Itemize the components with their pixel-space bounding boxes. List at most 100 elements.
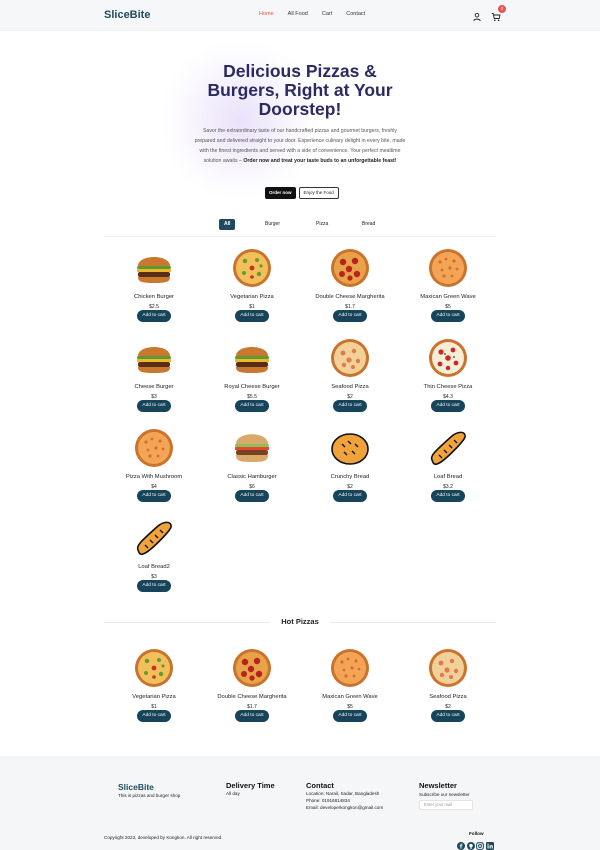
pizza-icon[interactable] <box>428 248 468 288</box>
add-to-cart-button[interactable]: Add to cart <box>431 310 465 322</box>
pizza-icon[interactable] <box>134 428 174 468</box>
logo[interactable]: SliceBite <box>104 9 150 21</box>
product-card-maxican-green-wave: Maxican Green Wave $5 Add to cart <box>399 248 497 333</box>
product-name: Seafood Pizza <box>429 694 467 700</box>
contact-location: Location: Narail, Sadar, Bangladesh <box>306 791 380 796</box>
product-name: Double Cheese Margherita <box>315 294 385 300</box>
pizza-icon[interactable] <box>428 338 468 378</box>
footer-logo[interactable]: SliceBite <box>118 782 154 792</box>
bread-icon[interactable] <box>134 518 174 558</box>
product-name: Maxican Green Wave <box>322 694 378 700</box>
product-card-seafood-pizza: Seafood Pizza $2 Add to cart <box>399 648 497 733</box>
user-icon[interactable] <box>472 9 482 22</box>
bread-icon[interactable] <box>428 428 468 468</box>
product-name: Seafood Pizza <box>331 384 369 390</box>
product-card-chicken-burger: Chicken Burger $2.5 Add to cart <box>105 248 203 333</box>
nav-contact[interactable]: Contact <box>346 11 365 17</box>
product-card-crunchy-bread: Crunchy Bread $2 Add to cart <box>301 428 399 513</box>
product-name: Loaf Bread <box>433 474 463 480</box>
copyright: Copyright 2023, developed by Kongkon. Al… <box>104 835 223 840</box>
hero-buttons: Order now Enjoy the Food <box>265 187 339 199</box>
product-card-loaf-bread: Loaf Bread $3.2 Add to cart <box>399 428 497 513</box>
product-card-maxican-green-wave: Maxican Green Wave $5 Add to cart <box>301 648 399 733</box>
product-card-double-cheese-margherita: Double Cheese Margherita $1.7 Add to cart <box>203 648 301 733</box>
product-card-cheese-burger: Cheese Burger $3 Add to cart <box>105 338 203 423</box>
tab-burger[interactable]: Burger <box>265 219 280 230</box>
instagram-icon[interactable] <box>476 837 484 850</box>
newsletter-text: Subscribe our newsletter <box>419 792 470 797</box>
pizza-icon[interactable] <box>330 338 370 378</box>
follow-label: Follow <box>469 831 484 836</box>
add-to-cart-button[interactable]: Add to cart <box>137 580 171 592</box>
main-nav: Home All Food Cart Contact <box>259 11 379 17</box>
hero-title: Delicious Pizzas & Burgers, Right at You… <box>207 61 393 119</box>
tab-bread[interactable]: Bread <box>362 219 375 230</box>
delivery-title: Delivery Time <box>226 781 275 790</box>
newsletter-title: Newsletter <box>419 781 457 790</box>
pizza-icon[interactable] <box>232 648 272 688</box>
pizza-icon[interactable] <box>330 648 370 688</box>
product-name: Maxican Green Wave <box>420 294 476 300</box>
nav-home[interactable]: Home <box>259 11 274 17</box>
pizza-icon[interactable] <box>428 648 468 688</box>
product-card-thin-cheese-pizza: Thin Cheese Pizza $4.3 Add to cart <box>399 338 497 423</box>
add-to-cart-button[interactable]: Add to cart <box>235 490 269 502</box>
hero-description: Savor the extraordinary taste of our han… <box>192 126 408 166</box>
product-name: Cheese Burger <box>134 384 174 390</box>
add-to-cart-button[interactable]: Add to cart <box>333 310 367 322</box>
product-name: Royal Cheese Burger <box>224 384 280 390</box>
add-to-cart-button[interactable]: Add to cart <box>235 310 269 322</box>
nav-cart[interactable]: Cart <box>322 11 332 17</box>
tabs-divider <box>104 236 496 237</box>
add-to-cart-button[interactable]: Add to cart <box>137 490 171 502</box>
pizza-icon[interactable] <box>330 248 370 288</box>
pizza-icon[interactable] <box>232 248 272 288</box>
product-name: Chicken Burger <box>134 294 174 300</box>
product-card-vegetarian-pizza: Vegetarian Pizza $1 Add to cart <box>105 648 203 733</box>
burger-icon[interactable] <box>232 338 272 378</box>
tab-all[interactable]: All <box>219 219 236 230</box>
add-to-cart-button[interactable]: Add to cart <box>431 490 465 502</box>
food-tabs: All Burger Pizza Bread <box>219 219 389 231</box>
product-name: Vegetarian Pizza <box>132 694 176 700</box>
product-name: Thin Cheese Pizza <box>423 384 473 390</box>
hero-description-bold: Order now and treat your taste buds to a… <box>243 158 397 164</box>
product-name: Classic Hamburger <box>227 474 277 480</box>
product-name: Pizza With Mushroom <box>125 474 183 480</box>
add-to-cart-button[interactable]: Add to cart <box>235 710 269 722</box>
github-icon[interactable] <box>466 837 475 850</box>
burger-icon[interactable] <box>134 338 174 378</box>
contact-title: Contact <box>306 781 334 790</box>
add-to-cart-button[interactable]: Add to cart <box>333 490 367 502</box>
header-icons: 0 <box>472 5 506 22</box>
add-to-cart-button[interactable]: Add to cart <box>137 310 171 322</box>
product-card-royal-cheese-burger: Royal Cheese Burger $5.5 Add to cart <box>203 338 301 423</box>
social-links <box>457 837 494 850</box>
hot-pizzas-title: Hot Pizzas <box>270 617 330 626</box>
pizza-icon[interactable] <box>134 648 174 688</box>
burger-icon[interactable] <box>232 428 272 468</box>
newsletter-email-input[interactable]: Enter your mail <box>419 800 473 810</box>
cart-icon[interactable]: 0 <box>491 5 506 22</box>
nav-all-food[interactable]: All Food <box>288 11 308 17</box>
facebook-icon[interactable] <box>457 837 465 850</box>
add-to-cart-button[interactable]: Add to cart <box>431 710 465 722</box>
add-to-cart-button[interactable]: Add to cart <box>137 400 171 412</box>
product-name: Loaf Bread2 <box>138 564 170 570</box>
order-now-button[interactable]: Order now <box>265 187 296 199</box>
product-card-vegetarian-pizza: Vegetarian Pizza $1 Add to cart <box>203 248 301 333</box>
site-header: SliceBite Home All Food Cart Contact 0 <box>0 0 600 31</box>
product-name: Double Cheese Margherita <box>217 694 287 700</box>
enjoy-food-button[interactable]: Enjoy the Food <box>298 187 339 199</box>
add-to-cart-button[interactable]: Add to cart <box>333 710 367 722</box>
burger-icon[interactable] <box>134 248 174 288</box>
product-card-double-cheese-margherita: Double Cheese Margherita $1.7 Add to cart <box>301 248 399 333</box>
add-to-cart-button[interactable]: Add to cart <box>333 400 367 412</box>
linkedin-icon[interactable] <box>485 837 494 850</box>
add-to-cart-button[interactable]: Add to cart <box>137 710 171 722</box>
add-to-cart-button[interactable]: Add to cart <box>235 400 269 412</box>
tab-pizza[interactable]: Pizza <box>316 219 328 230</box>
bread-icon[interactable] <box>330 428 370 468</box>
site-footer: SliceBite This is pizzas and burger shop… <box>0 756 600 850</box>
add-to-cart-button[interactable]: Add to cart <box>431 400 465 412</box>
